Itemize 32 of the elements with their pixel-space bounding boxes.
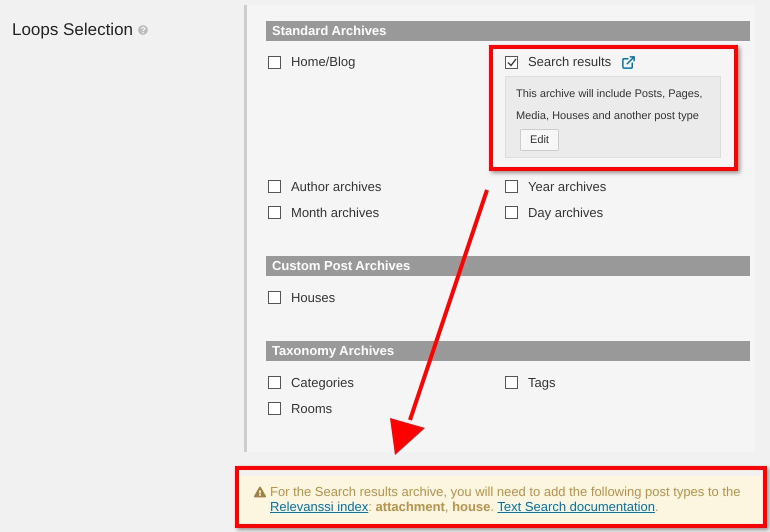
checkbox[interactable] <box>268 290 281 304</box>
checkbox-label: Home/Blog <box>291 53 356 72</box>
notice-link[interactable]: Relevanssi index <box>270 499 368 514</box>
checkmark-icon <box>506 58 516 66</box>
note-text: This archive will include Posts, Pages, Media, Houses and another post type <box>516 87 704 124</box>
checkbox[interactable] <box>505 180 518 193</box>
setting-label: Loops Selection <box>12 19 133 41</box>
edit-button[interactable]: Edit <box>520 129 559 152</box>
checkbox[interactable] <box>268 402 281 415</box>
checkbox[interactable] <box>505 56 518 68</box>
section-header: Custom Post Archives <box>266 256 750 276</box>
checkbox-label: Author archives <box>291 178 382 196</box>
checkbox-label: Day archives <box>528 204 604 222</box>
checkbox-label: Categories <box>291 374 354 392</box>
checkbox-label: Year archives <box>528 178 606 196</box>
notice-text: For the Search results archive, you will need to add the following post types to the Relevanssi index: attachment, house. Text Search documentation. <box>270 484 742 514</box>
notice-link[interactable]: Text Search documentation <box>497 499 655 514</box>
checkbox-label: Month archives <box>291 204 380 222</box>
checkbox[interactable] <box>268 180 281 193</box>
section-header: Standard Archives <box>266 21 750 41</box>
section-header: Taxonomy Archives <box>266 341 750 362</box>
checkbox[interactable] <box>268 206 281 219</box>
warning-icon <box>254 486 266 498</box>
checkbox[interactable] <box>268 376 281 389</box>
external-link-icon[interactable] <box>621 54 636 70</box>
checkbox-label: Tags <box>528 374 556 392</box>
checkbox[interactable] <box>268 56 281 68</box>
checkbox-label: Rooms <box>291 400 332 418</box>
checkbox-label: Search results <box>528 53 612 72</box>
checkbox[interactable] <box>505 376 518 389</box>
checkbox[interactable] <box>505 206 518 219</box>
checkbox-label: Houses <box>291 288 336 306</box>
